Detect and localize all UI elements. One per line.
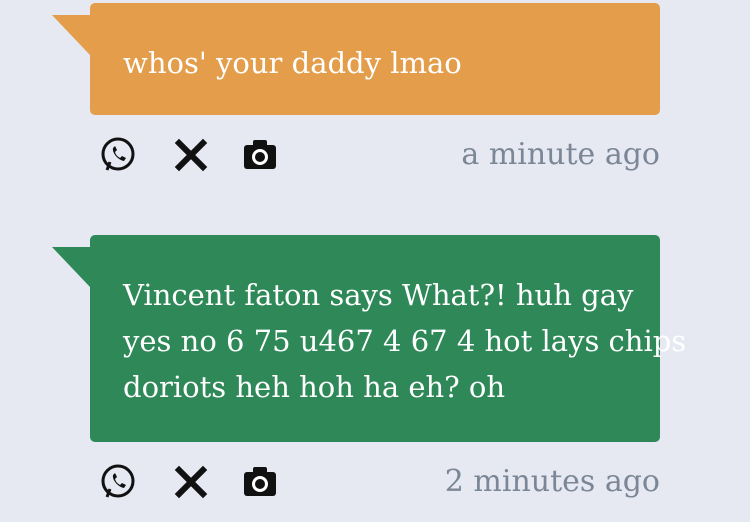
message-timestamp: 2 minutes ago — [444, 464, 660, 499]
x-share-button[interactable] — [171, 135, 211, 175]
camera-icon — [244, 467, 276, 496]
camera-icon — [244, 140, 276, 169]
message-actions: a minute ago — [90, 135, 660, 195]
message-item: whos' your daddy lmao a minute ago — [52, 3, 660, 195]
whatsapp-icon — [101, 137, 135, 171]
x-icon — [174, 465, 208, 499]
message-feed: whos' your daddy lmao a minute ago Vince… — [0, 0, 750, 499]
camera-button[interactable] — [240, 135, 280, 175]
message-text-line: whos' your daddy lmao — [123, 46, 462, 80]
message-text-line: Vincent faton says What?! huh gay — [123, 278, 634, 312]
whatsapp-share-button[interactable] — [98, 135, 138, 175]
message-text-line: doriots heh hoh ha eh? oh — [123, 370, 506, 404]
x-icon — [174, 138, 208, 172]
message-tail — [52, 15, 90, 55]
message-timestamp: a minute ago — [461, 137, 660, 172]
message-bubble: whos' your daddy lmao — [52, 3, 660, 115]
message-text-line: yes no 6 75 u467 4 67 4 hot lays chips — [123, 324, 687, 358]
whatsapp-share-button[interactable] — [98, 462, 138, 502]
whatsapp-icon — [101, 464, 135, 498]
x-share-button[interactable] — [171, 462, 211, 502]
message-actions: 2 minutes ago — [90, 462, 660, 522]
camera-button[interactable] — [240, 462, 280, 502]
message-bubble: Vincent faton says What?! huh gay yes no… — [52, 235, 687, 442]
message-item: Vincent faton says What?! huh gay yes no… — [52, 235, 687, 522]
message-tail — [52, 247, 90, 287]
